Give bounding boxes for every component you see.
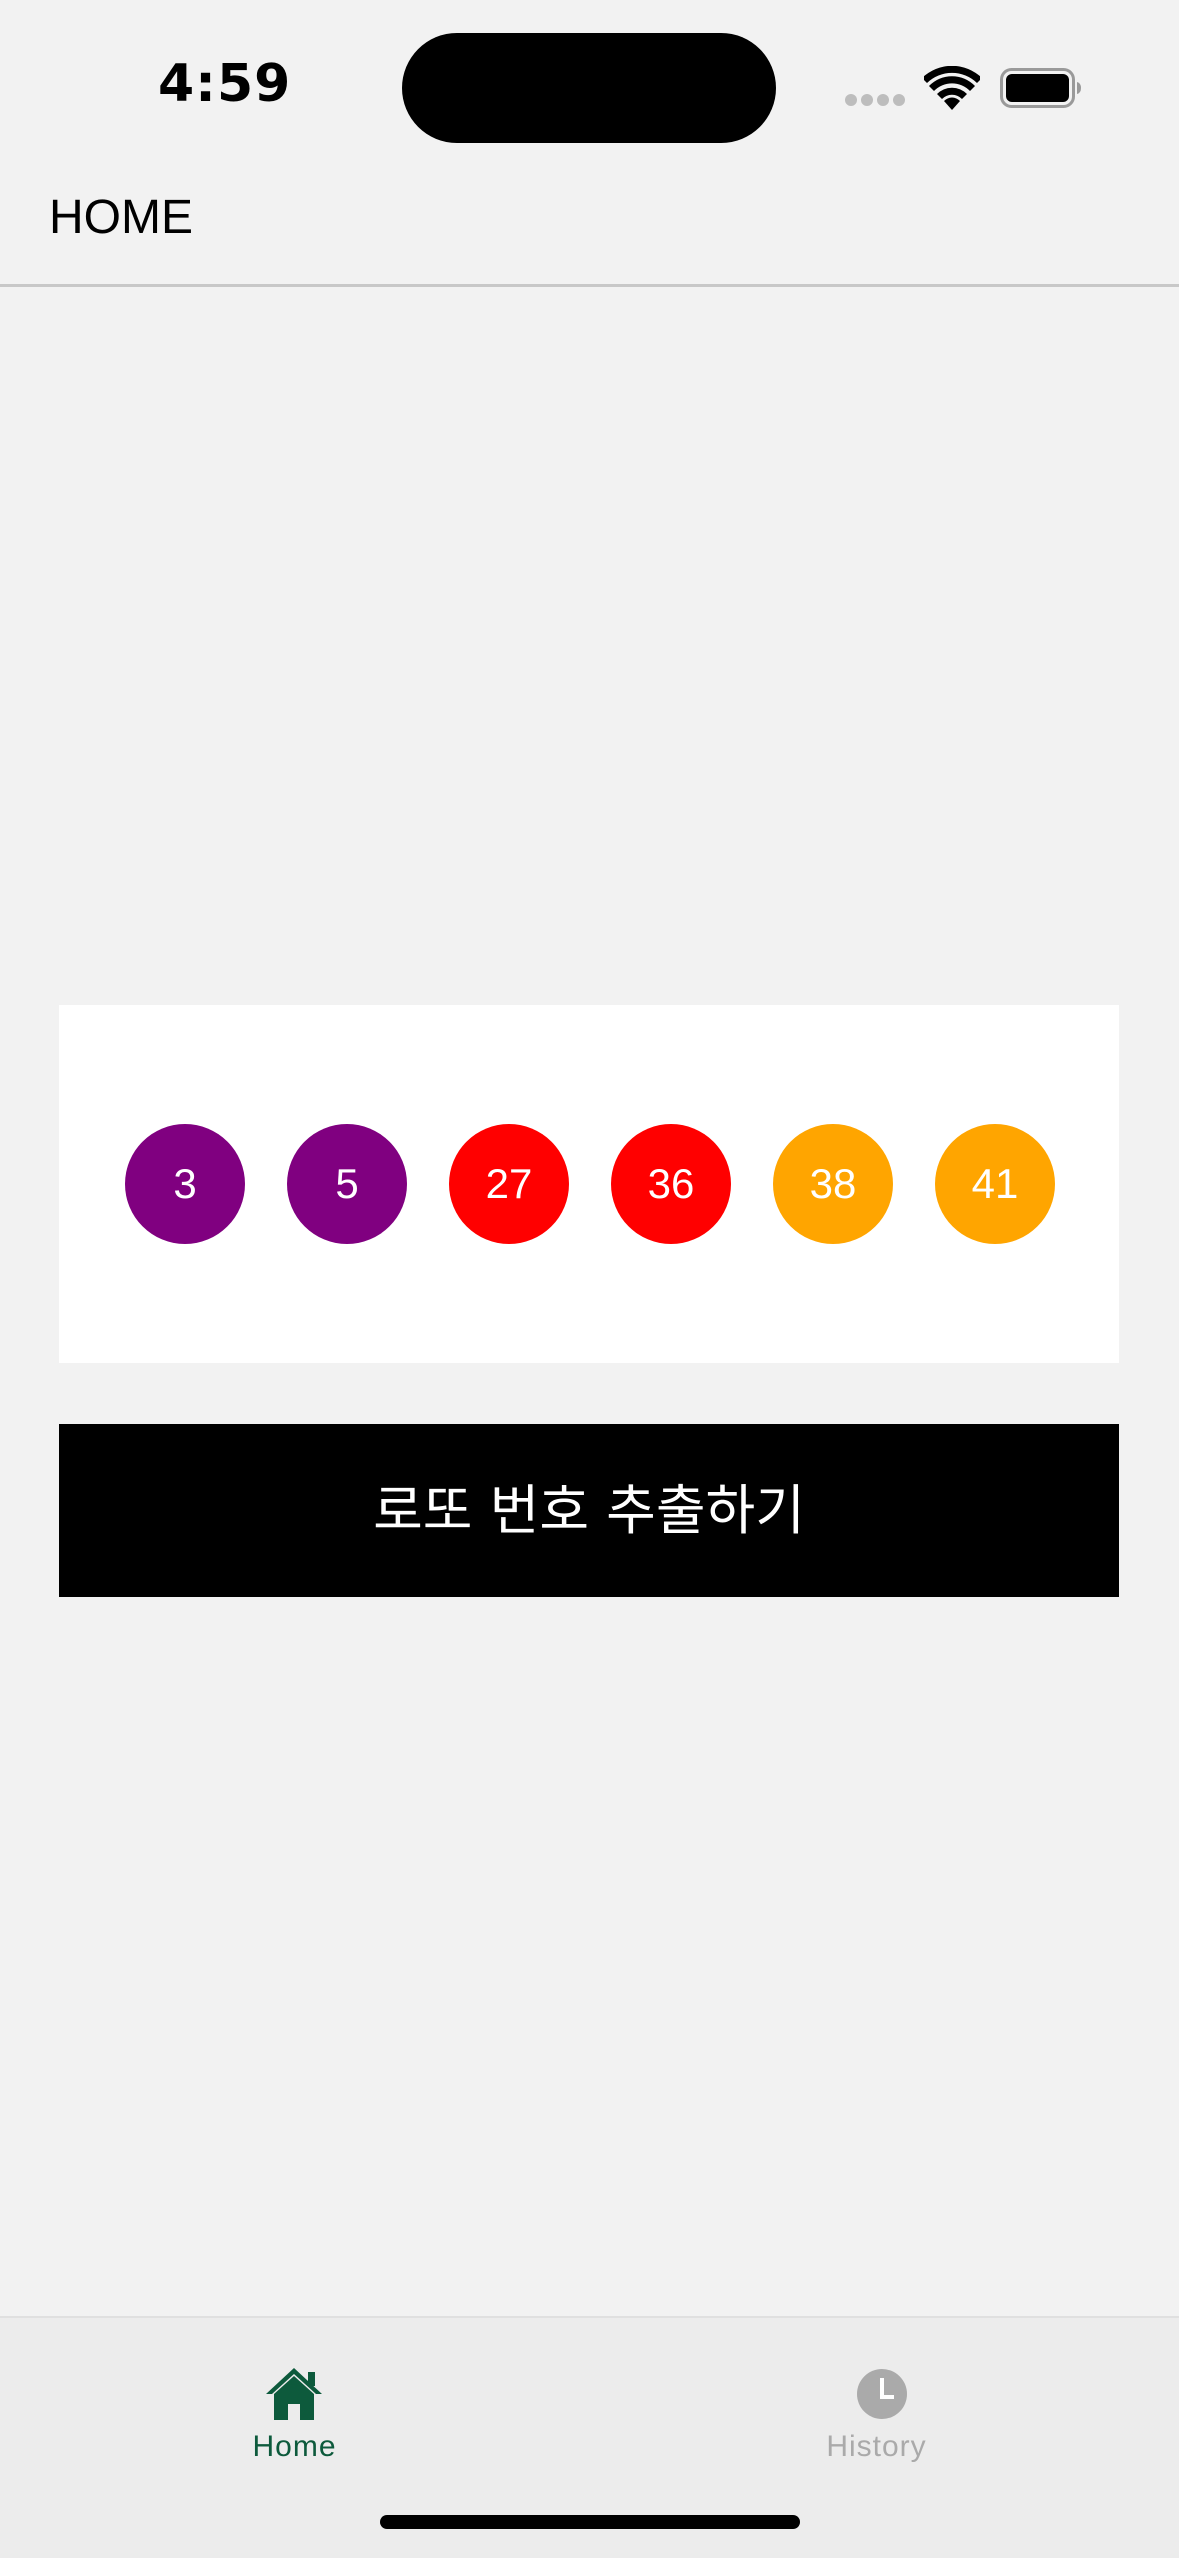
- tab-history[interactable]: History: [589, 2318, 1178, 2488]
- dynamic-island: [402, 33, 776, 143]
- lotto-ball: 5: [287, 1124, 407, 1244]
- cellular-signal-icon: [845, 94, 905, 106]
- page-title: HOME: [49, 191, 193, 244]
- lotto-ball: 3: [125, 1124, 245, 1244]
- lotto-numbers-card: 3 5 27 36 38 41: [59, 1005, 1119, 1363]
- status-time: 4:59: [158, 54, 292, 114]
- app-header: HOME: [0, 170, 1179, 287]
- wifi-icon: [924, 66, 980, 110]
- lotto-ball: 27: [449, 1124, 569, 1244]
- home-indicator: [380, 2515, 800, 2529]
- home-icon: [266, 2368, 322, 2420]
- battery-icon: [1000, 68, 1081, 108]
- draw-lotto-numbers-button[interactable]: 로또 번호 추출하기: [59, 1424, 1119, 1597]
- tab-home[interactable]: Home: [0, 2318, 589, 2488]
- lotto-ball: 41: [935, 1124, 1055, 1244]
- lotto-ball: 36: [611, 1124, 731, 1244]
- tab-history-label: History: [826, 2430, 927, 2463]
- status-bar: 4:59: [0, 0, 1179, 170]
- clock-icon: [857, 2369, 907, 2419]
- lotto-ball: 38: [773, 1124, 893, 1244]
- tab-home-label: Home: [252, 2430, 337, 2463]
